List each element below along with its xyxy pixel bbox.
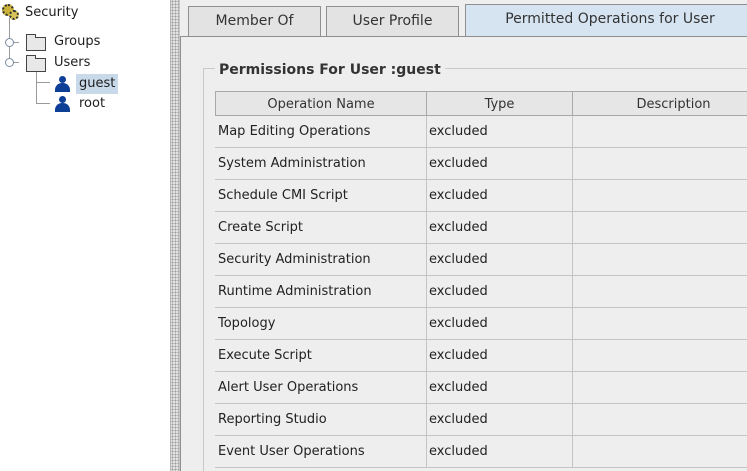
- tab-permitted-operations[interactable]: Permitted Operations for User: [465, 4, 747, 37]
- cell-type: excluded: [426, 244, 573, 276]
- table-row[interactable]: Alert User Operations excluded: [215, 372, 747, 404]
- tab-content: Permissions For User :guest Operation Na…: [180, 37, 747, 471]
- tab-label: User Profile: [352, 13, 433, 29]
- tree-connector: [36, 82, 50, 83]
- cell-operation: System Administration: [215, 148, 427, 180]
- tree-node-guest[interactable]: guest: [54, 74, 164, 94]
- user-icon: [54, 76, 70, 92]
- cell-description: [572, 276, 747, 308]
- tree-node-label: Users: [54, 55, 91, 70]
- column-header-type[interactable]: Type: [426, 91, 573, 116]
- table-row[interactable]: Execute Script excluded: [215, 340, 747, 372]
- tree-node-label: guest: [76, 74, 119, 94]
- column-header-description[interactable]: Description: [572, 91, 747, 116]
- cell-description: [572, 148, 747, 180]
- cell-description: [572, 340, 747, 372]
- tree-node-label: Security: [25, 5, 79, 20]
- folder-icon: [26, 34, 46, 51]
- cell-operation: Security Administration: [215, 244, 427, 276]
- cell-type: excluded: [426, 180, 573, 212]
- column-header-operation[interactable]: Operation Name: [215, 91, 427, 116]
- cell-operation: Topology: [215, 308, 427, 340]
- cell-description: [572, 404, 747, 436]
- split-pane-divider[interactable]: [171, 0, 180, 471]
- cell-type: excluded: [426, 276, 573, 308]
- gear-icon: [2, 3, 20, 21]
- folder-icon: [26, 55, 46, 72]
- cell-operation: Event User Operations: [215, 436, 427, 468]
- cell-operation: Schedule CMI Script: [215, 180, 427, 212]
- table-row[interactable]: Topology excluded: [215, 308, 747, 340]
- cell-type: excluded: [426, 116, 573, 148]
- cell-operation: Execute Script: [215, 340, 427, 372]
- cell-description: [572, 436, 747, 468]
- tree-node-root[interactable]: root: [54, 94, 164, 114]
- cell-operation: Reporting Studio: [215, 404, 427, 436]
- tab-bar: Member Of User Profile Permitted Operati…: [180, 0, 747, 37]
- permissions-title: Permissions For User :guest: [215, 62, 445, 78]
- tab-label: Permitted Operations for User: [505, 11, 715, 27]
- cell-type: excluded: [426, 404, 573, 436]
- cell-type: excluded: [426, 308, 573, 340]
- tree-node-label: root: [79, 96, 106, 111]
- cell-description: [572, 180, 747, 212]
- tab-user-profile[interactable]: User Profile: [326, 6, 459, 36]
- cell-operation: Runtime Administration: [215, 276, 427, 308]
- security-tree[interactable]: Security Groups Users guest root: [0, 0, 171, 471]
- user-icon: [54, 96, 70, 112]
- tab-label: Member Of: [215, 13, 294, 29]
- cell-description: [572, 244, 747, 276]
- table-row[interactable]: Runtime Administration excluded: [215, 276, 747, 308]
- cell-operation: Create Script: [215, 212, 427, 244]
- table-row[interactable]: Reporting Studio excluded: [215, 404, 747, 436]
- cell-description: [572, 372, 747, 404]
- expand-handle-users[interactable]: [5, 58, 14, 67]
- tree-node-label: Groups: [54, 34, 101, 49]
- cell-type: excluded: [426, 148, 573, 180]
- expand-handle-groups[interactable]: [5, 38, 14, 47]
- tree-connector: [36, 103, 50, 104]
- cell-type: excluded: [426, 340, 573, 372]
- table-row[interactable]: Event User Operations excluded: [215, 436, 747, 468]
- tree-node-groups[interactable]: Groups: [24, 32, 144, 52]
- table-row[interactable]: System Administration excluded: [215, 148, 747, 180]
- table-row[interactable]: Security Administration excluded: [215, 244, 747, 276]
- tree-connector: [36, 70, 37, 103]
- cell-description: [572, 308, 747, 340]
- cell-type: excluded: [426, 436, 573, 468]
- tab-member-of[interactable]: Member Of: [188, 6, 321, 36]
- tree-node-security[interactable]: Security: [2, 3, 122, 23]
- cell-type: excluded: [426, 372, 573, 404]
- cell-operation: Alert User Operations: [215, 372, 427, 404]
- cell-description: [572, 116, 747, 148]
- table-row[interactable]: Map Editing Operations excluded: [215, 116, 747, 148]
- tree-node-users[interactable]: Users: [24, 53, 144, 73]
- cell-operation: Map Editing Operations: [215, 116, 427, 148]
- cell-description: [572, 212, 747, 244]
- details-panel: Member Of User Profile Permitted Operati…: [180, 0, 747, 471]
- table-row[interactable]: Create Script excluded: [215, 212, 747, 244]
- table-row[interactable]: Schedule CMI Script excluded: [215, 180, 747, 212]
- cell-type: excluded: [426, 212, 573, 244]
